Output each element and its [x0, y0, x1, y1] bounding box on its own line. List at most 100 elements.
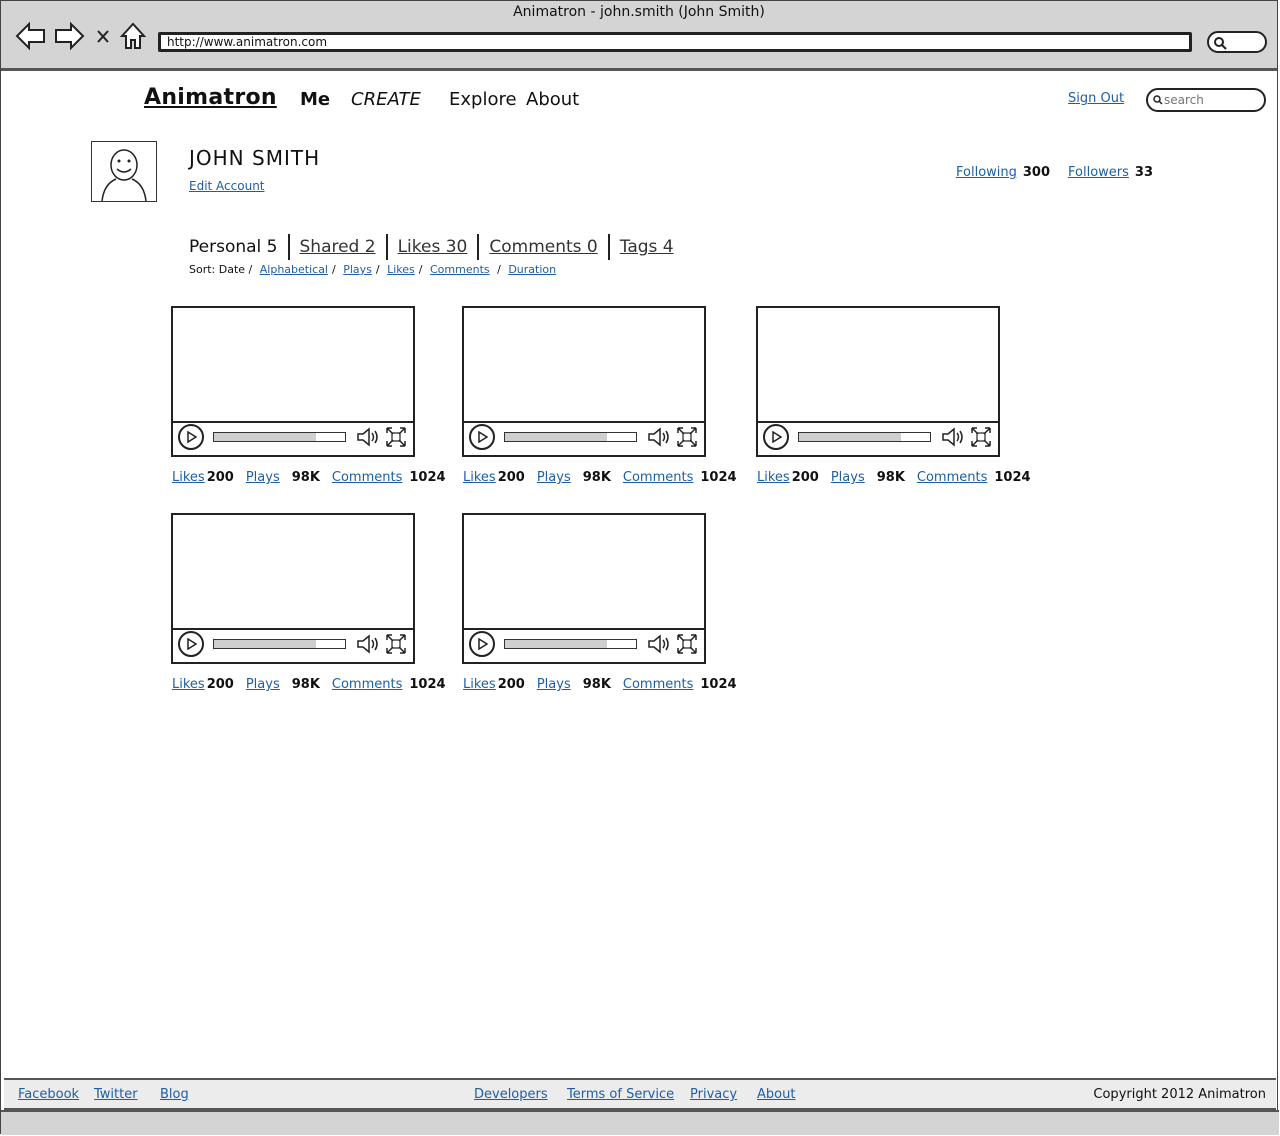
- play-button[interactable]: [469, 631, 495, 657]
- browser-window: Animatron - john.smith (John Smith) http…: [0, 0, 1279, 1135]
- footer-terms-link[interactable]: Terms of Service: [567, 1087, 674, 1102]
- comments-link[interactable]: Comments: [332, 677, 402, 692]
- following-stat: Following 300: [956, 165, 1050, 180]
- following-link[interactable]: Following: [956, 165, 1017, 180]
- volume-icon[interactable]: [941, 426, 965, 448]
- address-bar[interactable]: http://www.animatron.com: [158, 32, 1192, 52]
- video-screen[interactable]: [173, 515, 413, 630]
- progress-bar[interactable]: [213, 639, 346, 649]
- sort-alphabetical[interactable]: Alphabetical: [260, 263, 328, 276]
- plays-link[interactable]: Plays: [831, 470, 865, 485]
- comments-link[interactable]: Comments: [917, 470, 987, 485]
- comments-link[interactable]: Comments: [623, 677, 693, 692]
- volume-icon[interactable]: [647, 633, 671, 655]
- video-player[interactable]: [171, 306, 415, 457]
- video-player[interactable]: [462, 306, 706, 457]
- tab-shared[interactable]: Shared 2: [287, 234, 386, 260]
- search-icon: [1214, 37, 1227, 50]
- nav-about[interactable]: About: [526, 89, 579, 110]
- tab-tags[interactable]: Tags 4: [607, 234, 684, 260]
- likes-link[interactable]: Likes: [463, 470, 496, 485]
- play-button[interactable]: [763, 424, 789, 450]
- search-input[interactable]: [1164, 92, 1259, 108]
- plays-link[interactable]: Plays: [246, 677, 280, 692]
- footer-blog-link[interactable]: Blog: [160, 1087, 189, 1102]
- video-screen[interactable]: [173, 308, 413, 423]
- progress-bar[interactable]: [504, 639, 637, 649]
- comments-link[interactable]: Comments: [332, 470, 402, 485]
- following-count: 300: [1022, 165, 1051, 180]
- video-screen[interactable]: [464, 515, 704, 630]
- comments-count: 1024: [409, 677, 446, 692]
- sign-out-link[interactable]: Sign Out: [1068, 91, 1124, 106]
- followers-link[interactable]: Followers: [1068, 165, 1129, 180]
- video-stats: Likes 200 Plays 98K Comments 1024: [463, 677, 749, 692]
- footer-twitter-link[interactable]: Twitter: [94, 1087, 138, 1102]
- sort-prefix: Sort: Date /: [189, 263, 253, 276]
- video-controls: [464, 421, 704, 455]
- likes-count: 200: [497, 470, 525, 485]
- sort-plays[interactable]: Plays: [343, 263, 372, 276]
- home-icon[interactable]: [119, 21, 147, 51]
- plays-link[interactable]: Plays: [537, 470, 571, 485]
- progress-bar[interactable]: [798, 432, 931, 442]
- likes-link[interactable]: Likes: [172, 470, 205, 485]
- play-button[interactable]: [178, 424, 204, 450]
- search-icon: [1153, 95, 1163, 105]
- fullscreen-icon[interactable]: [676, 426, 698, 448]
- forward-arrow-icon[interactable]: [53, 21, 85, 51]
- sort-duration[interactable]: Duration: [508, 263, 556, 276]
- user-avatar-icon: [101, 149, 147, 202]
- play-button[interactable]: [178, 631, 204, 657]
- video-screen[interactable]: [758, 308, 998, 423]
- likes-link[interactable]: Likes: [757, 470, 790, 485]
- nav-me[interactable]: Me: [300, 89, 330, 110]
- likes-link[interactable]: Likes: [172, 677, 205, 692]
- video-player[interactable]: [171, 513, 415, 664]
- comments-count: 1024: [994, 470, 1031, 485]
- footer-developers-link[interactable]: Developers: [474, 1087, 548, 1102]
- volume-icon[interactable]: [647, 426, 671, 448]
- brand-logo[interactable]: Animatron: [144, 85, 277, 110]
- plays-link[interactable]: Plays: [537, 677, 571, 692]
- comments-count: 1024: [700, 677, 737, 692]
- footer-privacy-link[interactable]: Privacy: [690, 1087, 737, 1102]
- tab-comments[interactable]: Comments 0: [477, 234, 607, 260]
- footer-facebook-link[interactable]: Facebook: [18, 1087, 79, 1102]
- fullscreen-icon[interactable]: [385, 633, 407, 655]
- fullscreen-icon[interactable]: [970, 426, 992, 448]
- tab-personal[interactable]: Personal 5: [189, 234, 288, 260]
- nav-create[interactable]: CREATE: [351, 89, 421, 110]
- footer-about-link[interactable]: About: [757, 1087, 795, 1102]
- tab-likes[interactable]: Likes 30: [385, 234, 478, 260]
- likes-count: 200: [497, 677, 525, 692]
- play-icon: [187, 638, 197, 650]
- sort-likes[interactable]: Likes: [387, 263, 415, 276]
- sort-comments[interactable]: Comments: [430, 263, 490, 276]
- browser-status-bar: [1, 1110, 1279, 1135]
- video-controls: [758, 421, 998, 455]
- progress-bar[interactable]: [504, 432, 637, 442]
- video-player[interactable]: [462, 513, 706, 664]
- comments-link[interactable]: Comments: [623, 470, 693, 485]
- progress-bar[interactable]: [213, 432, 346, 442]
- fullscreen-icon[interactable]: [385, 426, 407, 448]
- video-controls: [173, 421, 413, 455]
- progress-fill: [505, 640, 608, 648]
- plays-link[interactable]: Plays: [246, 470, 280, 485]
- video-stats: Likes 200 Plays 98K Comments 1024: [172, 677, 458, 692]
- play-button[interactable]: [469, 424, 495, 450]
- likes-link[interactable]: Likes: [463, 677, 496, 692]
- back-arrow-icon[interactable]: [15, 21, 47, 51]
- edit-account-link[interactable]: Edit Account: [189, 179, 265, 193]
- close-icon[interactable]: [93, 21, 113, 51]
- volume-icon[interactable]: [356, 426, 380, 448]
- fullscreen-icon[interactable]: [676, 633, 698, 655]
- volume-icon[interactable]: [356, 633, 380, 655]
- comments-count: 1024: [700, 470, 737, 485]
- video-screen[interactable]: [464, 308, 704, 423]
- browser-search-field[interactable]: [1207, 31, 1267, 53]
- nav-explore[interactable]: Explore: [449, 89, 517, 110]
- site-search[interactable]: [1146, 88, 1266, 112]
- video-player[interactable]: [756, 306, 1000, 457]
